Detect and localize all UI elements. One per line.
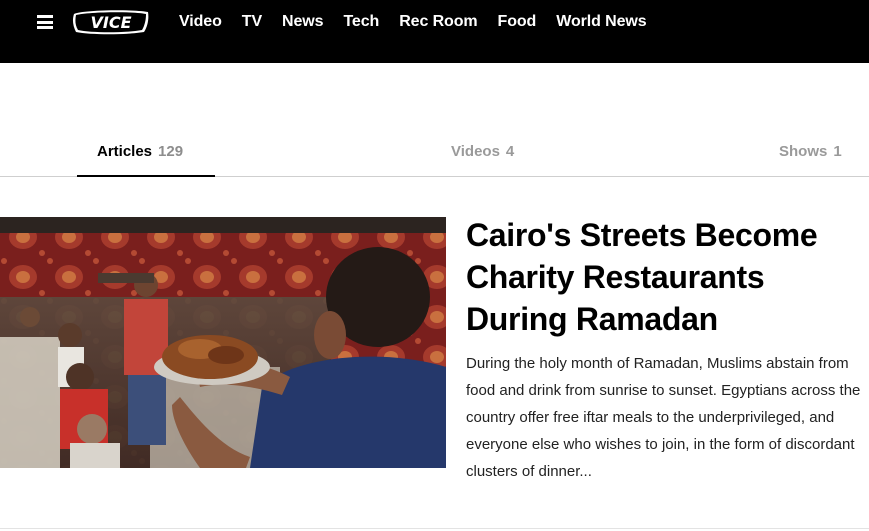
tab-count: 1 [833,143,842,160]
nav-item-world-news[interactable]: World News [556,13,646,31]
content-tabs: Articles 129 Videos 4 Shows 1 [0,130,869,177]
main-nav: Video TV News Tech Rec Room Food World N… [179,10,667,34]
nav-item-food[interactable]: Food [498,13,537,31]
tab-count: 4 [505,143,515,160]
article-thumbnail[interactable] [0,217,446,468]
nav-item-rec-room[interactable]: Rec Room [399,13,477,31]
article-photo [0,217,446,468]
menu-line [37,26,53,29]
tab-label: Shows [779,143,828,160]
logo-text: VICE [90,13,131,32]
nav-item-tv[interactable]: TV [242,13,262,31]
active-tab-underline [77,175,215,177]
nav-item-video[interactable]: Video [179,13,222,31]
tab-count: 129 [158,143,184,160]
nav-item-news[interactable]: News [282,13,324,31]
article-title[interactable]: Cairo's Streets Become Charity Restauran… [466,214,866,340]
tab-shows[interactable]: Shows 1 [779,143,842,160]
nav-item-tech[interactable]: Tech [343,13,379,31]
vice-logo-graphic: VICE [72,10,149,35]
menu-line [37,20,53,24]
top-navigation-bar: VICE Video TV News Tech Rec Room Food Wo… [0,0,869,63]
divider [0,528,869,529]
tab-label: Videos [451,143,500,160]
tab-videos[interactable]: Videos 4 [451,143,514,160]
vice-logo[interactable]: VICE [72,8,150,36]
hamburger-menu-icon[interactable] [37,15,53,29]
tab-articles[interactable]: Articles 129 [97,143,183,160]
tab-label: Articles [97,143,153,160]
article-summary: During the holy month of Ramadan, Muslim… [466,355,861,480]
menu-line [37,15,53,18]
